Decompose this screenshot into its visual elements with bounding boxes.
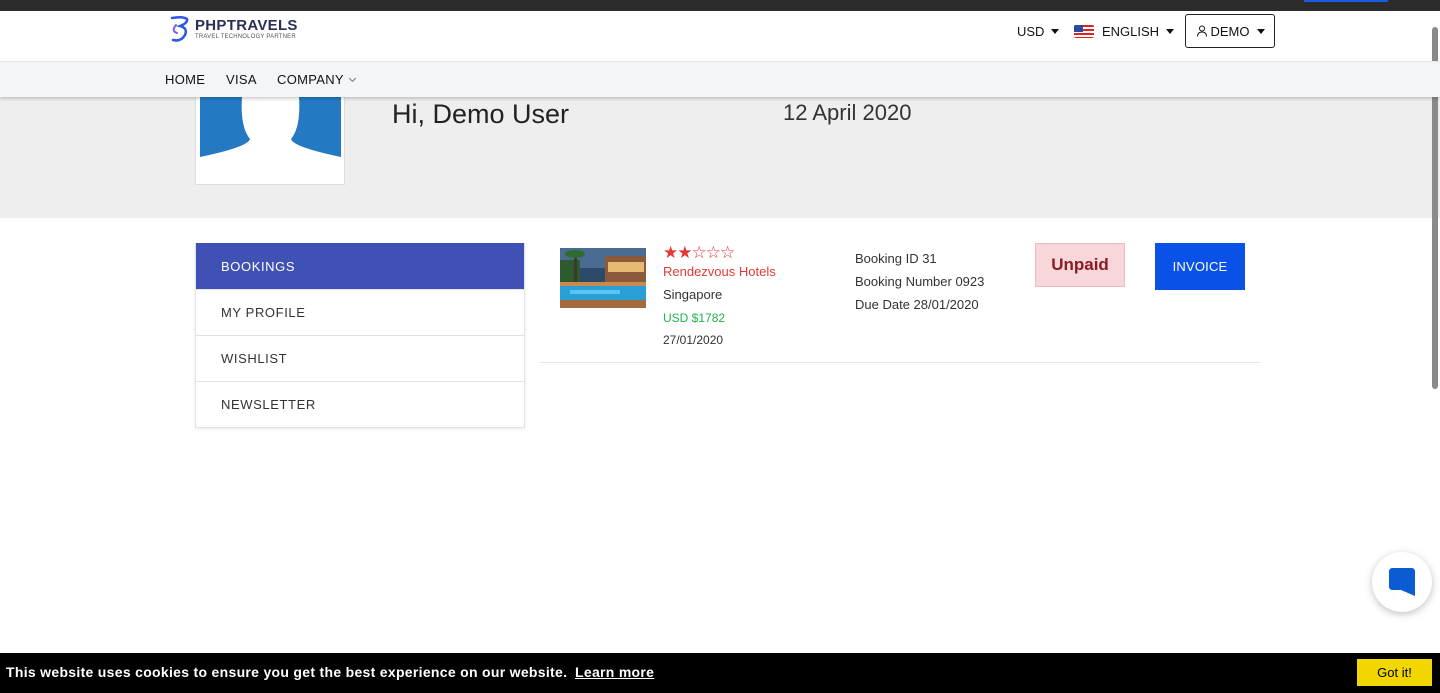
menu-item-newsletter[interactable]: NEWSLETTER [196, 381, 524, 427]
top-bar [0, 0, 1440, 11]
logo-name: PHPTRAVELS [195, 17, 298, 34]
star-empty-icon: ☆ [705, 243, 721, 262]
current-date: 12 April 2020 [783, 100, 912, 125]
user-outline-icon [1196, 25, 1207, 37]
language-dropdown[interactable]: ENGLISH [1074, 11, 1175, 51]
chat-bubble-icon [1389, 568, 1415, 596]
avatar [195, 97, 345, 185]
hotel-photo [560, 248, 646, 308]
menu-item-bookings[interactable]: BOOKINGS [196, 243, 524, 289]
hotel-thumbnail[interactable] [560, 248, 646, 308]
booking-details: Booking ID 31 Booking Number 0923 Due Da… [855, 247, 984, 316]
star-empty-icon: ☆ [720, 243, 735, 262]
logo-mark-icon [170, 15, 189, 42]
learn-more-link[interactable]: Learn more [575, 664, 654, 680]
account-menu: BOOKINGS MY PROFILE WISHLIST NEWSLETTER [195, 243, 525, 428]
nav-visa[interactable]: VISA [226, 72, 257, 87]
nav-company[interactable]: COMPANY [277, 72, 356, 87]
greeting: Hi, Demo User [392, 99, 570, 129]
us-flag-icon [1074, 24, 1094, 38]
language-label: ENGLISH [1102, 23, 1160, 39]
booking-id: Booking ID 31 [855, 251, 937, 266]
booking-number: Booking Number 0923 [855, 274, 985, 289]
star-empty-icon: ☆ [691, 243, 707, 262]
star-filled-icon: ★ [663, 243, 678, 262]
site-header: PHPTRAVELS TRAVEL TECHNOLOGY PARTNER USD… [0, 11, 1440, 61]
hotel-name-link[interactable]: Rendezvous Hotels [663, 264, 776, 279]
caret-down-icon [1166, 28, 1175, 34]
booking-row: ★★☆☆☆ Rendezvous Hotels Singapore USD $1… [540, 243, 1260, 363]
chat-widget-button[interactable] [1372, 552, 1432, 612]
star-filled-icon: ★ [677, 243, 692, 262]
nav-home[interactable]: HOME [165, 72, 205, 87]
caret-down-icon [1256, 28, 1265, 34]
main-nav: HOME VISA COMPANY [0, 61, 1440, 97]
account-dropdown-button[interactable]: DEMO [1185, 14, 1275, 48]
currency-dropdown[interactable]: USD [1017, 11, 1060, 51]
user-silhouette-icon [200, 97, 341, 157]
cookie-banner: This website uses cookies to ensure you … [0, 653, 1440, 693]
nav-company-label: COMPANY [277, 72, 344, 87]
logo-tagline: TRAVEL TECHNOLOGY PARTNER [195, 34, 296, 40]
menu-item-wishlist[interactable]: WISHLIST [196, 335, 524, 381]
booking-price: USD $1782 [663, 311, 726, 325]
cookie-message: This website uses cookies to ensure you … [6, 664, 568, 680]
status-badge: Unpaid [1035, 243, 1125, 287]
hotel-city: Singapore [663, 287, 723, 302]
star-rating: ★★☆☆☆ [663, 243, 735, 263]
invoice-button[interactable]: INVOICE [1155, 243, 1245, 290]
chevron-down-icon [348, 74, 356, 83]
account-label: DEMO [1210, 23, 1250, 39]
top-bar-accent [1304, 0, 1388, 2]
cookie-accept-button[interactable]: Got it! [1357, 659, 1432, 686]
menu-item-my-profile[interactable]: MY PROFILE [196, 289, 524, 335]
currency-label: USD [1017, 23, 1045, 39]
booking-date: 27/01/2020 [663, 333, 724, 347]
due-date: Due Date 28/01/2020 [855, 297, 979, 312]
caret-down-icon [1051, 28, 1060, 34]
logo[interactable]: PHPTRAVELS TRAVEL TECHNOLOGY PARTNER [168, 15, 298, 43]
